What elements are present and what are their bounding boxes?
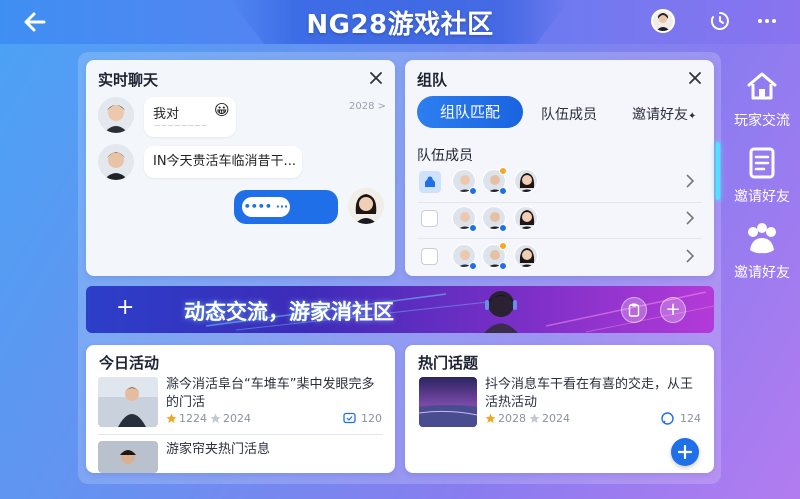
message-subtext: ~~~~~~~~: [154, 121, 208, 130]
favorite-count: 2024: [542, 412, 570, 425]
tab-invite-friends[interactable]: 邀请好友✦: [632, 104, 696, 124]
chat-title: 实时聊天: [98, 71, 159, 89]
night-sea-photo-icon: [419, 377, 477, 427]
male-avatar-icon: [98, 144, 134, 180]
sidebar-item-player-chat[interactable]: 玩家交流: [729, 70, 795, 130]
banner-plus-button[interactable]: +: [660, 297, 686, 323]
online-badge: [499, 224, 507, 232]
user-avatar[interactable]: [651, 9, 675, 33]
chevron-right-icon: [686, 174, 695, 188]
member-avatar: [514, 244, 538, 268]
history-clock-icon[interactable]: [709, 10, 731, 32]
create-post-button[interactable]: [671, 438, 699, 466]
member-avatar: [514, 169, 538, 193]
sparkle-icon: ✦: [688, 111, 697, 122]
avatar[interactable]: [98, 97, 134, 133]
sidebar-item-invite-friends-2[interactable]: 邀请好友: [729, 222, 795, 282]
member-checkbox[interactable]: [421, 210, 438, 227]
team-row[interactable]: [405, 200, 714, 236]
star-outline-icon: [529, 413, 540, 423]
tab-label: 邀请好友: [632, 107, 688, 123]
topic-text[interactable]: 抖今消息车干看在有喜的交走，从王活热活动: [485, 376, 705, 412]
document-list-icon: [749, 147, 775, 179]
message-text: •••• ···: [242, 197, 290, 217]
member-checkbox[interactable]: [421, 248, 438, 265]
tab-team-match[interactable]: 组队匹配: [417, 96, 523, 128]
like-count: 1224: [179, 412, 207, 425]
online-badge: [469, 262, 477, 270]
message-text: 我对: [153, 107, 180, 122]
activity-text[interactable]: 游家帘夹热门活息: [166, 441, 382, 459]
chat-bubble: IN今天贵活车临消昔干...: [144, 146, 302, 178]
tab-team-members[interactable]: 队伍成员: [541, 104, 597, 124]
topic-thumbnail[interactable]: [419, 377, 477, 427]
banner-text: 动态交流，游家消社区: [184, 300, 394, 324]
paw-group-icon: [748, 223, 776, 254]
chevron-right-icon: [686, 211, 695, 225]
close-icon[interactable]: [688, 71, 702, 85]
today-activity-card: 今日活动 滁今消活阜台“车堆车”棐中发眼完多的门活 1224 2024 120 …: [86, 345, 395, 473]
comment-count: 120: [361, 412, 382, 425]
comment-bubble-icon: [661, 412, 674, 425]
message-time: 2028 >: [349, 101, 387, 112]
avatar-portrait-icon: [653, 11, 673, 31]
team-title: 组队: [417, 71, 448, 89]
favorite-count: 2024: [223, 412, 251, 425]
sidebar-scroll-indicator[interactable]: [716, 142, 720, 200]
like-count: 2028: [498, 412, 526, 425]
close-icon[interactable]: [369, 71, 383, 85]
male-avatar-icon: [98, 97, 134, 133]
activity-thumbnail[interactable]: [98, 441, 158, 473]
sidebar-item-invite-friends[interactable]: 邀请好友: [729, 146, 795, 206]
clipboard-icon: [628, 303, 640, 317]
team-leader-icon: [419, 171, 441, 193]
self-chat-bubble: •••• ···: [234, 190, 338, 224]
self-avatar[interactable]: [348, 188, 384, 224]
star-outline-icon: [210, 413, 221, 423]
activity-photo-icon: [98, 441, 158, 473]
activity-thumbnail[interactable]: [98, 377, 158, 427]
plus-icon: [677, 444, 693, 460]
chat-card: 实时聊天 我对 😀 ~~~~~~~~ 2028 > IN今天贵活车临消昔干...…: [86, 60, 395, 276]
top-bar: NG28游戏社区: [0, 0, 800, 44]
online-badge: [499, 187, 507, 195]
today-title: 今日活动: [99, 354, 160, 372]
avatar[interactable]: [98, 144, 134, 180]
online-badge: [499, 262, 507, 270]
activity-text[interactable]: 滁今消活阜台“车堆车”棐中发眼完多的门活: [166, 376, 382, 412]
community-banner[interactable]: + 动态交流，游家消社区 +: [86, 286, 714, 333]
member-avatar: [514, 206, 538, 230]
comment-count: 124: [680, 412, 701, 425]
vip-badge: [499, 167, 507, 175]
online-badge: [469, 224, 477, 232]
team-card: 组队 组队匹配 队伍成员 邀请好友✦ 队伍成员: [405, 60, 714, 276]
divider: [98, 434, 383, 435]
vip-badge: [499, 242, 507, 250]
chat-bubble: 我对 😀 ~~~~~~~~: [144, 97, 236, 137]
hot-title: 热门话题: [418, 354, 479, 372]
smile-emoji-icon: 😀: [214, 101, 230, 119]
comment-icon: [343, 412, 356, 424]
female-avatar-icon: [348, 188, 384, 224]
team-row[interactable]: [405, 238, 714, 274]
star-icon: [166, 413, 177, 423]
online-badge: [469, 187, 477, 195]
sidebar-item-label: 邀请好友: [734, 189, 790, 205]
chevron-right-icon: [686, 249, 695, 263]
hot-topics-card: 热门话题 抖今消息车干看在有喜的交走，从王活热活动 2028 2024 124: [405, 345, 714, 473]
banner-light-streaks: [205, 291, 714, 333]
clipboard-button[interactable]: [621, 297, 647, 323]
section-title: 队伍成员: [417, 148, 473, 164]
star-icon: [485, 413, 496, 423]
app-title: NG28游戏社区: [306, 10, 494, 40]
sidebar-item-label: 邀请好友: [734, 265, 790, 281]
more-dots-icon[interactable]: [756, 10, 778, 32]
sidebar-item-label: 玩家交流: [734, 113, 790, 129]
home-icon: [747, 72, 777, 100]
team-row[interactable]: [405, 163, 714, 199]
banner-add-icon[interactable]: +: [116, 296, 134, 320]
activity-photo-icon: [98, 377, 158, 427]
